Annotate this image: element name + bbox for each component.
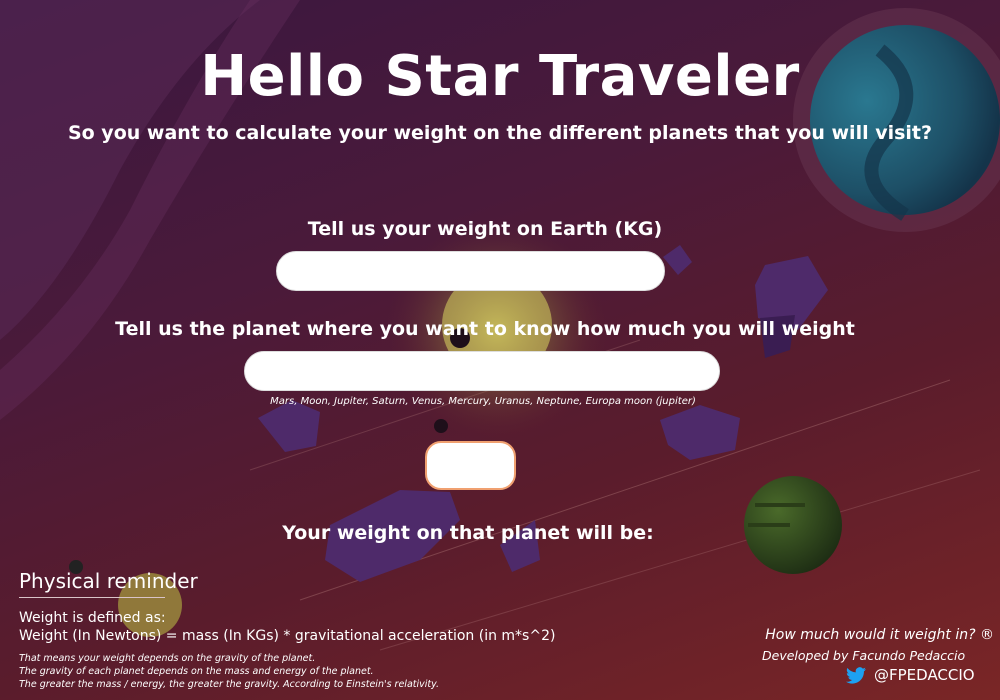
twitter-handle: @FPEDACCIO (874, 666, 975, 684)
result-label: Your weight on that planet will be: (282, 522, 654, 544)
reminder-note: That means your weight depends on the gr… (19, 653, 316, 664)
twitter-link[interactable]: @FPEDACCIO (846, 666, 975, 684)
physical-reminder-title: Physical reminder (19, 569, 198, 593)
developer-credit: Developed by Facundo Pedaccio (762, 648, 966, 663)
weight-label: Tell us your weight on Earth (KG) (307, 218, 663, 240)
reminder-divider (19, 597, 165, 598)
planet-input[interactable] (244, 351, 720, 391)
calculate-button[interactable] (425, 441, 516, 490)
planet-label: Tell us the planet where you want to kno… (115, 318, 855, 340)
page-subtitle: So you want to calculate your weight on … (67, 122, 933, 144)
weight-formula: Weight (In Newtons) = mass (In KGs) * gr… (19, 628, 556, 644)
planet-options-hint: Mars, Moon, Jupiter, Saturn, Venus, Merc… (270, 396, 696, 407)
reminder-note: The gravity of each planet depends on th… (19, 666, 374, 677)
earth-weight-input[interactable] (276, 251, 665, 291)
app-name: How much would it weight in? ® (765, 627, 994, 643)
page-title: Hello Star Traveler (200, 44, 800, 109)
weight-definition-intro: Weight is defined as: (19, 610, 166, 626)
twitter-bird-icon (846, 666, 866, 684)
reminder-note: The greater the mass / energy, the great… (19, 679, 440, 690)
